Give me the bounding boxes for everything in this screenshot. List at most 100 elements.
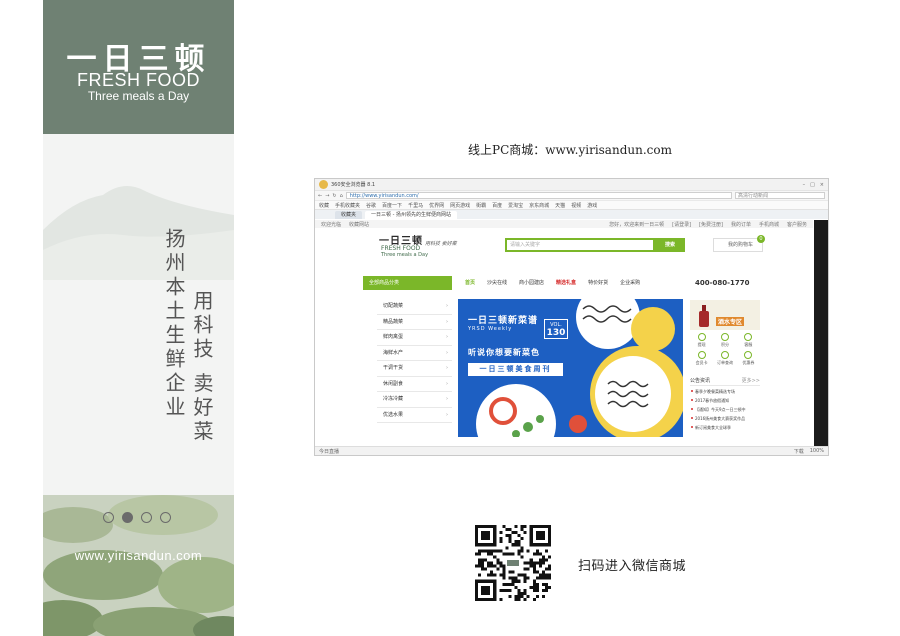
login-link[interactable]: [请登录] [672,221,691,228]
brand-logo-en: FRESH FOOD [76,70,200,90]
food-plate-illustration [476,299,683,437]
carousel-dot[interactable] [141,512,152,523]
browser-search-input[interactable]: 高清行动新闻 [735,192,825,199]
bookmark-item[interactable]: 天猫 [555,202,565,209]
pc-store-caption: 线上PC商城：www.yirisandun.com [468,143,672,157]
bookmark-item[interactable]: 视频 [571,202,581,209]
service-icon [744,333,753,341]
home-icon[interactable]: ⌂ [340,193,343,199]
bookmark-item[interactable]: 网页游戏 [450,202,470,209]
category-item[interactable]: 海鲜水产 [377,346,452,361]
category-item[interactable]: 冷冻冷藏 [377,392,452,408]
bookmark-item[interactable]: 京东商城 [529,202,549,209]
news-item[interactable]: 春季夕晚餐菜精选专场 [690,387,760,396]
category-item[interactable]: 精品蔬菜 [377,315,452,330]
service-icon [697,333,706,341]
category-item[interactable]: 优选水果 [377,408,452,423]
topbar-bookmark-link[interactable]: 收藏网站 [349,221,369,228]
carousel-dots [103,512,171,523]
browser-screenshot: 360安全浏览器 8.1 – □ × ← → ↻ ⌂ http://www.yi… [314,178,829,456]
close-icon[interactable]: × [820,182,824,188]
bookmark-item[interactable]: 百度一下 [382,202,402,209]
bookmark-item[interactable]: 爱淘宝 [508,202,523,209]
nav-deals[interactable]: 特价好货 [588,276,608,290]
brand-panel: 一日三顿 FRESH FOOD Three meals a Day 扬州本土生鲜… [43,0,234,636]
service-label: 订单查询 [716,360,733,365]
register-link[interactable]: [免费注册] [699,221,723,228]
service-item[interactable]: 提现 [690,333,713,348]
nav-online[interactable]: 沙尖在线 [487,276,507,290]
service-link[interactable]: 客户服务 [787,221,807,228]
status-left-text[interactable]: 今日直播 [319,448,339,455]
category-item[interactable]: 鲜肉禽蛋 [377,330,452,346]
website-page: 欢迎光临 收藏网站 您好，欢迎来到一日三顿 [请登录] [免费注册] 我的订单 … [315,220,813,447]
service-item[interactable]: 客服 [737,333,760,348]
url-input[interactable]: http://www.yirisandun.com/ [345,192,732,199]
nav-shop[interactable]: 商小园建店 [519,276,544,290]
minimize-icon[interactable]: – [803,182,806,188]
bookmark-item[interactable]: 手机收藏夹 [335,202,360,209]
service-grid: 提现 积分 客服会员卡 订单查询 优惠券 [690,333,760,366]
news-item[interactable]: 2016扬州美食大赛获奖作品 [690,414,760,423]
bookmark-item[interactable]: 街霸 [476,202,486,209]
browser-sidebar [814,220,828,447]
promo-wine-banner[interactable]: 酒水专区 [690,300,760,330]
service-item[interactable]: 订单查询 [713,351,736,366]
site-search-button[interactable]: 搜索 [655,238,685,252]
nav-home[interactable]: 首页 [465,276,475,290]
user-avatar[interactable] [319,180,328,189]
bookmark-item[interactable]: 谷歌 [366,202,376,209]
nav-enterprise[interactable]: 企业采购 [620,276,640,290]
bookmark-item[interactable]: 千里马 [408,202,423,209]
service-item[interactable]: 会员卡 [690,351,713,366]
bookmark-item[interactable]: 优界网 [429,202,444,209]
carousel-dot[interactable] [160,512,171,523]
news-item[interactable]: 【通知】今天9点一日三顿中 [690,405,760,414]
refresh-icon[interactable]: ↻ [332,193,336,199]
browser-address-bar: ← → ↻ ⌂ http://www.yirisandun.com/ 高清行动新… [315,190,828,200]
bookmark-item[interactable]: 收藏 [319,202,329,209]
service-icon [720,333,729,341]
news-item[interactable]: 新订阅美食大全球季 [690,423,760,432]
service-label: 提现 [697,342,706,347]
status-zoom[interactable]: 100% [810,448,824,455]
bookmark-item[interactable]: 游戏 [587,202,597,209]
wechat-qr-code [475,525,551,601]
orders-link[interactable]: 我的订单 [731,221,751,228]
maximize-icon[interactable]: □ [810,182,815,188]
site-logo-slogan: 用科技 卖好菜 [425,241,457,247]
slogan-vertical-2: 用科技 卖好菜 [190,290,214,445]
category-item[interactable]: 休闲副食 [377,377,452,392]
news-more-link[interactable]: 更多>> [742,377,760,384]
site-header: 一日三顿 FRESH FOOD Three meals a Day 用科技 卖好… [315,228,813,264]
nav-giftbox[interactable]: 精选礼盒 [556,276,576,290]
cart-count-badge: 0 [757,235,765,243]
news-item[interactable]: 2017春节放假通知 [690,396,760,405]
site-logo-en: FRESH FOOD [381,245,421,252]
tab-favorites[interactable]: 收藏夹 [335,211,363,219]
carousel-dot-active[interactable] [122,512,133,523]
service-icon [744,351,753,359]
main-nav: 首页 沙尖在线 商小园建店 精选礼盒 特价好货 企业采购 [465,276,640,290]
service-label: 会员卡 [695,360,708,365]
all-categories-button[interactable]: 全部商品分类 [363,276,452,290]
cart-button[interactable]: 我的购物车 [713,238,763,252]
service-item[interactable]: 积分 [713,333,736,348]
site-search-input[interactable]: 请输入关键字 [505,238,655,252]
service-item[interactable]: 优惠券 [737,351,760,366]
website-url: www.yirisandun.com [74,548,203,563]
tab-active-site[interactable]: 一日三顿 - 扬州领先的生鲜便商网站 [365,211,458,219]
category-item[interactable]: 干调干货 [377,361,452,377]
service-icon [697,351,706,359]
carousel-dot[interactable] [103,512,114,523]
hero-banner[interactable]: 一日三顿新菜谱 YRSD Weekly VOL. 130 听说你想要新菜色 一日… [458,299,683,437]
category-item[interactable]: 切配蔬菜 [377,299,452,315]
hotline-number: 400-080-1770 [695,279,750,287]
back-icon[interactable]: ← [318,193,322,199]
mobile-link[interactable]: 手机商城 [759,221,779,228]
bookmark-item[interactable]: 百度 [492,202,502,209]
site-logo-tagline: Three meals a Day [381,252,429,258]
status-downloads[interactable]: 下载 [794,448,804,455]
news-list: 春季夕晚餐菜精选专场 2017春节放假通知 【通知】今天9点一日三顿中 2016扬州美… [690,387,760,432]
forward-icon[interactable]: → [325,193,329,199]
